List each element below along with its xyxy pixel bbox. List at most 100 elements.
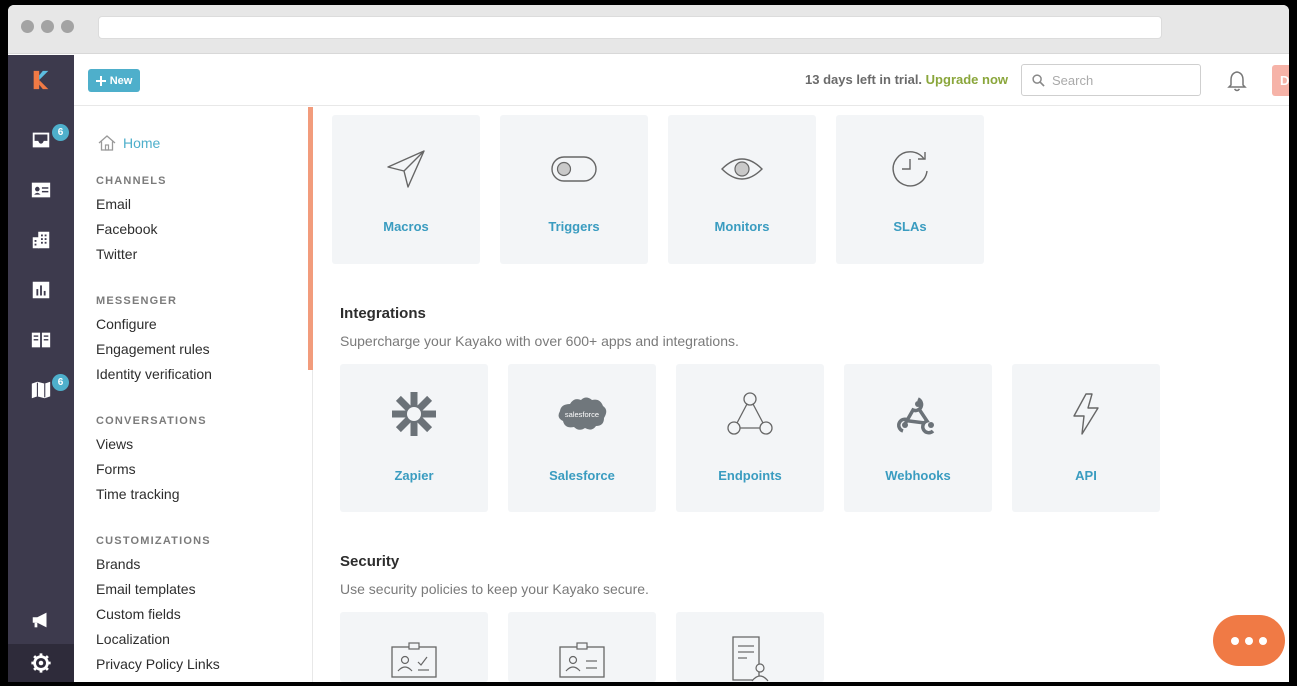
sidebar-home-link[interactable]: Home — [98, 135, 160, 151]
search-icon — [1032, 73, 1045, 87]
map-badge: 6 — [52, 374, 69, 391]
card-label: API — [1075, 468, 1097, 483]
organizations-icon — [32, 231, 50, 249]
rail-insights[interactable] — [8, 270, 74, 310]
sidebar-item-email-templates[interactable]: Email templates — [96, 581, 196, 597]
chat-launcher-button[interactable] — [1213, 615, 1285, 666]
salesforce-icon: salesforce — [508, 390, 656, 438]
card-webhooks[interactable]: Webhooks — [844, 364, 992, 512]
card-zapier[interactable]: Zapier — [340, 364, 488, 512]
avatar[interactable]: D — [1272, 65, 1289, 96]
eye-icon — [668, 145, 816, 193]
rail-organizations[interactable] — [8, 220, 74, 260]
rail-conversations[interactable]: 6 — [8, 120, 74, 160]
sidebar-item-views[interactable]: Views — [96, 436, 133, 452]
map-icon — [31, 381, 51, 399]
window-maximize-dot[interactable] — [61, 20, 74, 33]
home-label: Home — [123, 135, 161, 151]
contact-card-icon — [31, 182, 51, 198]
card-monitors[interactable]: Monitors — [668, 115, 816, 264]
home-icon — [98, 135, 116, 151]
new-button[interactable]: New — [88, 69, 140, 92]
bell-icon — [1227, 71, 1247, 92]
sidebar-item-forms[interactable]: Forms — [96, 461, 136, 477]
chat-dot — [1231, 636, 1239, 645]
rail-users[interactable] — [8, 170, 74, 210]
chat-dot — [1259, 636, 1267, 645]
sidebar-item-privacy-policy-links[interactable]: Privacy Policy Links — [96, 656, 220, 672]
gear-icon — [31, 653, 51, 673]
sidebar-item-identity-verification[interactable]: Identity verification — [96, 366, 212, 382]
document-user-icon — [676, 636, 824, 682]
browser-window: 6 6 New 13 days left in trial. Upgrade n… — [8, 5, 1289, 682]
card-api[interactable]: API — [1012, 364, 1160, 512]
rail-admin[interactable] — [8, 644, 74, 682]
card-macros[interactable]: Macros — [332, 115, 480, 264]
knowledge-base-icon — [31, 332, 51, 348]
inbox-badge: 6 — [52, 124, 69, 141]
card-security-policy-1[interactable] — [340, 612, 488, 682]
card-security-policy-3[interactable] — [676, 612, 824, 682]
security-title: Security — [340, 553, 400, 570]
clock-refresh-icon — [836, 145, 984, 193]
top-bar: New 13 days left in trial. Upgrade now D — [74, 55, 1289, 106]
id-card-icon — [508, 636, 656, 682]
card-endpoints[interactable]: Endpoints — [676, 364, 824, 512]
sidebar-item-localization[interactable]: Localization — [96, 631, 170, 647]
toggle-icon — [500, 145, 648, 193]
notifications-button[interactable] — [1227, 70, 1247, 97]
endpoints-icon — [676, 390, 824, 438]
trial-text: 13 days left in trial. — [805, 72, 923, 87]
sidebar-item-brands[interactable]: Brands — [96, 556, 140, 572]
admin-sidebar: Home CHANNELS Email Facebook Twitter MES… — [74, 107, 313, 682]
sidebar-item-email[interactable]: Email — [96, 196, 131, 212]
upgrade-link[interactable]: Upgrade now — [926, 72, 1008, 87]
trial-notice: 13 days left in trial. Upgrade now — [805, 72, 1008, 87]
card-salesforce[interactable]: salesforce Salesforce — [508, 364, 656, 512]
card-slas[interactable]: SLAs — [836, 115, 984, 264]
search-input[interactable] — [1052, 72, 1192, 88]
card-label: Triggers — [548, 219, 600, 234]
card-label: Endpoints — [718, 468, 782, 483]
megaphone-icon — [32, 612, 47, 628]
rail-announcements[interactable] — [8, 600, 74, 640]
card-label: Salesforce — [549, 468, 615, 483]
zapier-icon — [340, 390, 488, 438]
card-label: Zapier — [394, 468, 434, 483]
card-label: Monitors — [714, 219, 770, 234]
inbox-icon — [32, 132, 50, 148]
section-title-messenger: MESSENGER — [96, 295, 178, 307]
search-box[interactable] — [1021, 64, 1201, 96]
card-triggers[interactable]: Triggers — [500, 115, 648, 264]
sidebar-item-twitter[interactable]: Twitter — [96, 246, 137, 262]
window-minimize-dot[interactable] — [41, 20, 54, 33]
salesforce-icon-text: salesforce — [565, 410, 599, 419]
lightning-icon — [1012, 390, 1160, 438]
section-title-customizations: CUSTOMIZATIONS — [96, 535, 211, 547]
id-card-check-icon — [340, 636, 488, 682]
integrations-title: Integrations — [340, 305, 426, 322]
sidebar-item-engagement-rules[interactable]: Engagement rules — [96, 341, 210, 357]
window-close-dot[interactable] — [21, 20, 34, 33]
security-subtitle: Use security policies to keep your Kayak… — [340, 581, 649, 597]
sidebar-item-time-tracking[interactable]: Time tracking — [96, 486, 180, 502]
card-label: Macros — [383, 219, 429, 234]
integrations-subtitle: Supercharge your Kayako with over 600+ a… — [340, 333, 739, 349]
card-label: Webhooks — [885, 468, 951, 483]
kayako-logo-icon — [33, 70, 49, 90]
sidebar-item-custom-fields[interactable]: Custom fields — [96, 606, 181, 622]
rail-map[interactable]: 6 — [8, 370, 74, 410]
address-bar[interactable] — [98, 16, 1162, 39]
sidebar-item-facebook[interactable]: Facebook — [96, 221, 157, 237]
section-title-conversations: CONVERSATIONS — [96, 415, 207, 427]
card-label: SLAs — [893, 219, 927, 234]
kayako-logo[interactable] — [8, 60, 74, 100]
rail-help-center[interactable] — [8, 320, 74, 360]
card-security-policy-2[interactable] — [508, 612, 656, 682]
new-button-label: New — [109, 74, 133, 87]
main-content: Macros Triggers Monitors SLAs Integratio… — [314, 107, 1289, 682]
paper-plane-icon — [332, 145, 480, 193]
sidebar-item-configure[interactable]: Configure — [96, 316, 157, 332]
app-rail: 6 6 — [8, 55, 74, 682]
sidebar-scroll-indicator[interactable] — [308, 107, 313, 370]
